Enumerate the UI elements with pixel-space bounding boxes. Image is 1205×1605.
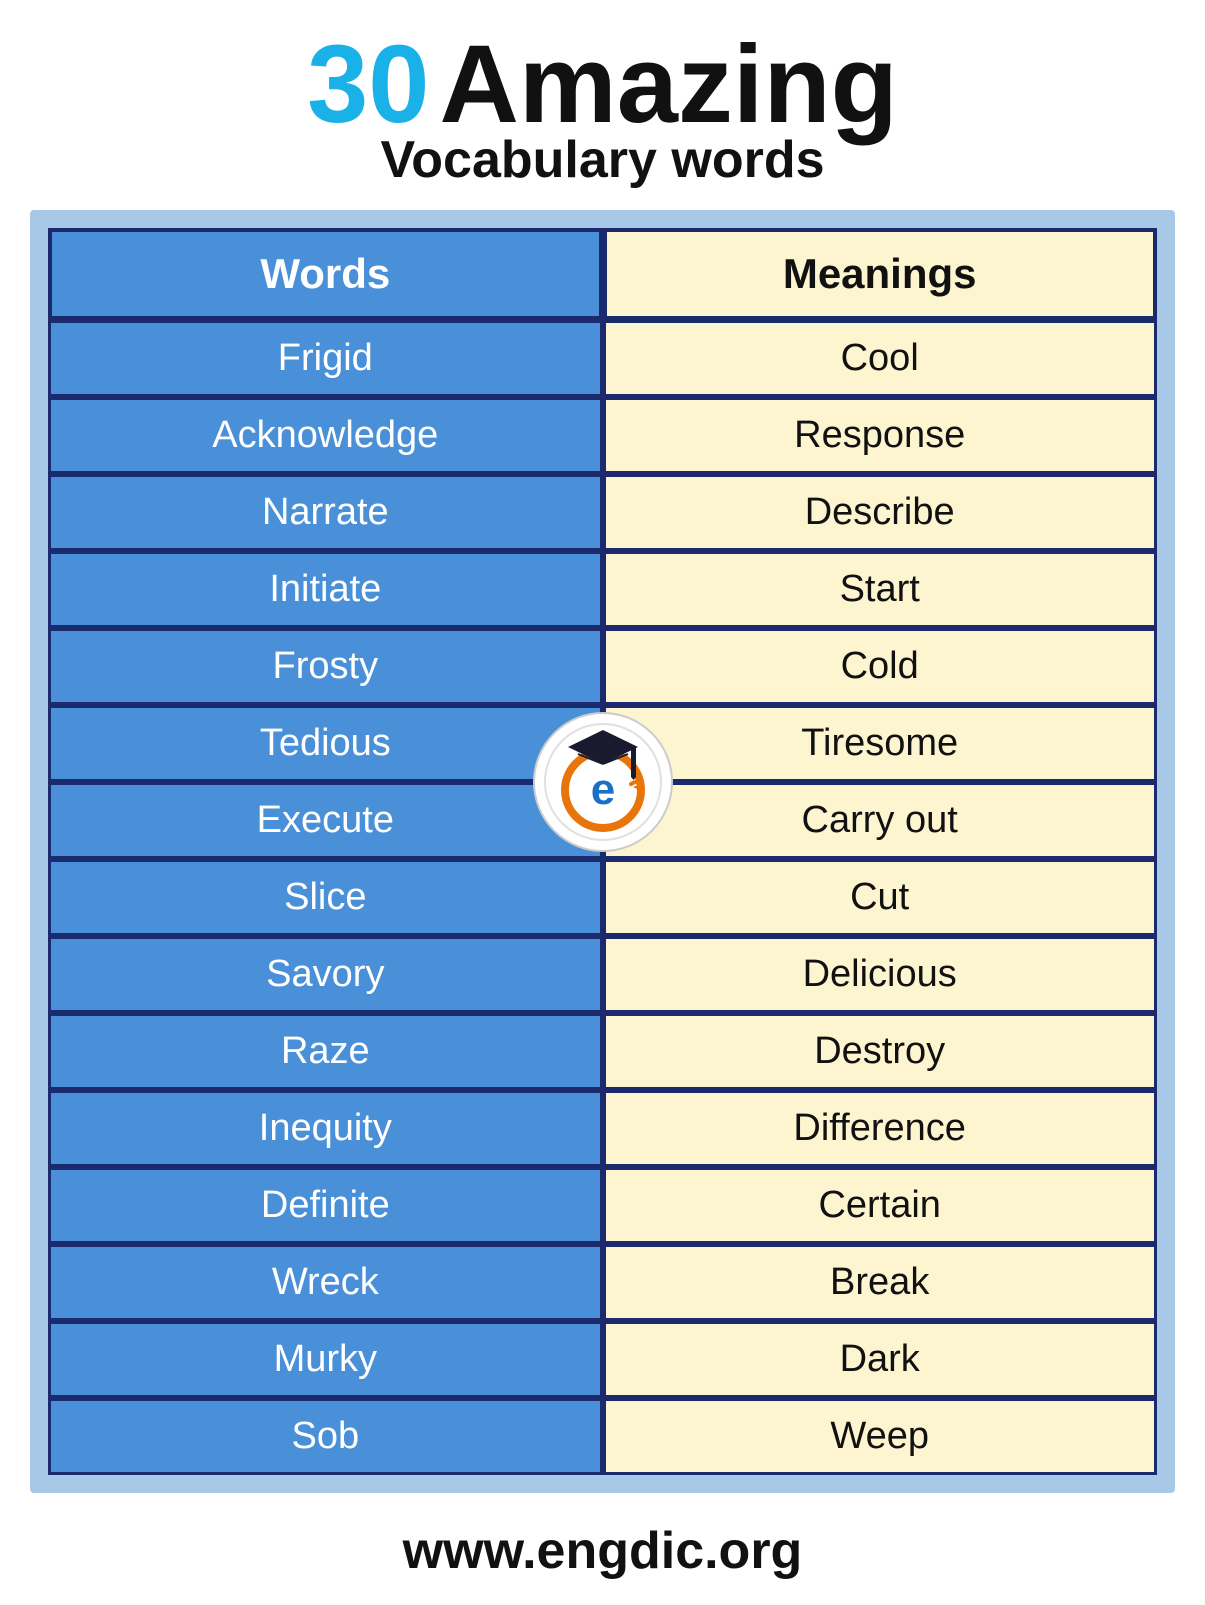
word-cell: Frigid [48, 320, 602, 397]
col-words-header: Words [48, 228, 602, 320]
meaning-cell: Cool [603, 320, 1157, 397]
meaning-cell: Tiresome [603, 705, 1157, 782]
meaning-cell: Cut [603, 859, 1157, 936]
word-cell: Frosty [48, 628, 602, 705]
footer-url: www.engdic.org [0, 1521, 1205, 1581]
meaning-cell: Certain [603, 1167, 1157, 1244]
meaning-cell: Carry out [603, 782, 1157, 859]
table-row: InitiateStart [48, 551, 1157, 628]
table-row: InequityDifference [48, 1090, 1157, 1167]
meaning-cell: Response [603, 397, 1157, 474]
header-number: 30 [307, 30, 429, 140]
table-row: SobWeep [48, 1398, 1157, 1475]
col-meanings-header: Meanings [603, 228, 1157, 320]
word-cell: Initiate [48, 551, 602, 628]
word-cell: Inequity [48, 1090, 602, 1167]
table-body: FrigidCoolAcknowledgeResponseNarrateDesc… [48, 320, 1157, 1475]
word-cell: Narrate [48, 474, 602, 551]
word-cell: Savory [48, 936, 602, 1013]
table-row: ExecuteCarry out [48, 782, 1157, 859]
word-cell: Acknowledge [48, 397, 602, 474]
meaning-cell: Difference [603, 1090, 1157, 1167]
table-row: RazeDestroy [48, 1013, 1157, 1090]
meaning-cell: Dark [603, 1321, 1157, 1398]
header-top: 30 Amazing [307, 30, 898, 140]
word-cell: Execute [48, 782, 602, 859]
table-row: FrigidCool [48, 320, 1157, 397]
table-header-row: Words Meanings [48, 228, 1157, 320]
table-container: Words Meanings FrigidCoolAcknowledgeResp… [30, 210, 1175, 1493]
page-header: 30 Amazing Vocabulary words [0, 0, 1205, 210]
word-cell: Sob [48, 1398, 602, 1475]
vocab-table: Words Meanings FrigidCoolAcknowledgeResp… [48, 228, 1157, 1475]
table-row: AcknowledgeResponse [48, 397, 1157, 474]
word-cell: Definite [48, 1167, 602, 1244]
meaning-cell: Delicious [603, 936, 1157, 1013]
word-cell: Wreck [48, 1244, 602, 1321]
table-row: MurkyDark [48, 1321, 1157, 1398]
table-row: WreckBreak [48, 1244, 1157, 1321]
word-cell: Murky [48, 1321, 602, 1398]
table-row: SliceCut [48, 859, 1157, 936]
meaning-cell: Break [603, 1244, 1157, 1321]
table-row: DefiniteCertain [48, 1167, 1157, 1244]
word-cell: Raze [48, 1013, 602, 1090]
page-footer: www.engdic.org [0, 1493, 1205, 1605]
meaning-cell: Start [603, 551, 1157, 628]
table-row: NarrateDescribe [48, 474, 1157, 551]
table-row: SavoryDelicious [48, 936, 1157, 1013]
word-cell: Tedious [48, 705, 602, 782]
word-cell: Slice [48, 859, 602, 936]
header-subtitle: Vocabulary words [380, 130, 824, 190]
table-row: TediousTiresome [48, 705, 1157, 782]
meaning-cell: Describe [603, 474, 1157, 551]
meaning-cell: Cold [603, 628, 1157, 705]
meaning-cell: Destroy [603, 1013, 1157, 1090]
meaning-cell: Weep [603, 1398, 1157, 1475]
table-row: FrostyCold [48, 628, 1157, 705]
header-amazing: Amazing [439, 30, 897, 140]
